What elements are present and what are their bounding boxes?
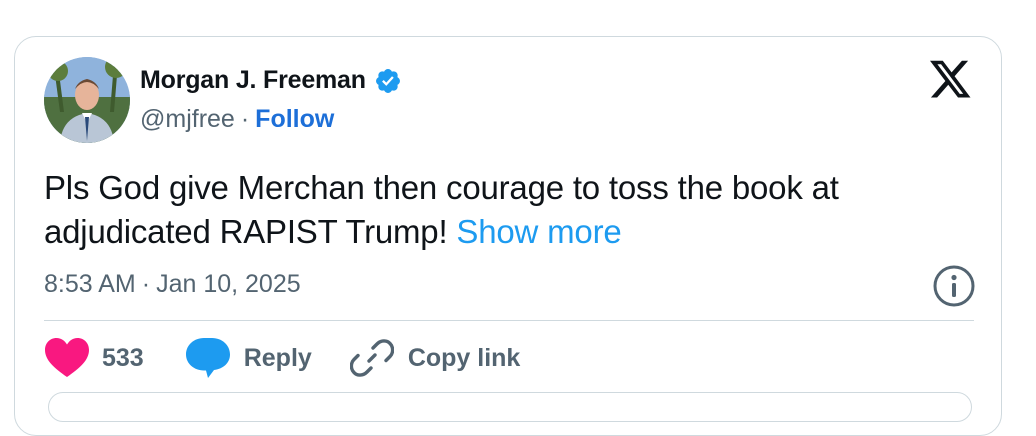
tweet-body: Pls God give Merchan then courage to tos… bbox=[44, 169, 839, 250]
copy-link-label: Copy link bbox=[407, 343, 521, 372]
author-handle[interactable]: @mjfree bbox=[140, 105, 235, 134]
tweet-text: Pls God give Merchan then courage to tos… bbox=[44, 166, 944, 254]
info-icon[interactable] bbox=[932, 264, 976, 308]
reply-label: Reply bbox=[243, 343, 312, 372]
copy-link-button[interactable]: Copy link bbox=[349, 336, 521, 380]
x-logo-icon[interactable] bbox=[930, 60, 972, 100]
verified-badge-icon bbox=[374, 67, 402, 95]
divider bbox=[44, 320, 974, 321]
like-count: 533 bbox=[102, 343, 144, 372]
read-replies-button[interactable] bbox=[48, 392, 972, 422]
show-more-link[interactable]: Show more bbox=[456, 213, 621, 250]
handle-row: @mjfree · Follow bbox=[140, 105, 334, 134]
speech-bubble-icon bbox=[185, 338, 230, 378]
follow-button[interactable]: Follow bbox=[255, 105, 334, 134]
tweet-timestamp[interactable]: 8:53 AM · Jan 10, 2025 bbox=[44, 270, 301, 299]
like-button[interactable]: 533 bbox=[44, 337, 144, 379]
link-icon bbox=[349, 339, 394, 377]
separator-dot: · bbox=[240, 105, 250, 133]
action-bar: 533 Reply Copy link bbox=[44, 336, 520, 380]
timestamp-separator: · bbox=[141, 270, 151, 298]
author-name-row: Morgan J. Freeman bbox=[140, 66, 402, 95]
tweet-date: Jan 10, 2025 bbox=[156, 270, 301, 298]
heart-icon bbox=[45, 338, 89, 377]
tweet-time: 8:53 AM bbox=[44, 270, 136, 298]
reply-button[interactable]: Reply bbox=[184, 336, 312, 380]
author-name[interactable]: Morgan J. Freeman bbox=[140, 66, 366, 95]
avatar[interactable] bbox=[44, 57, 130, 143]
